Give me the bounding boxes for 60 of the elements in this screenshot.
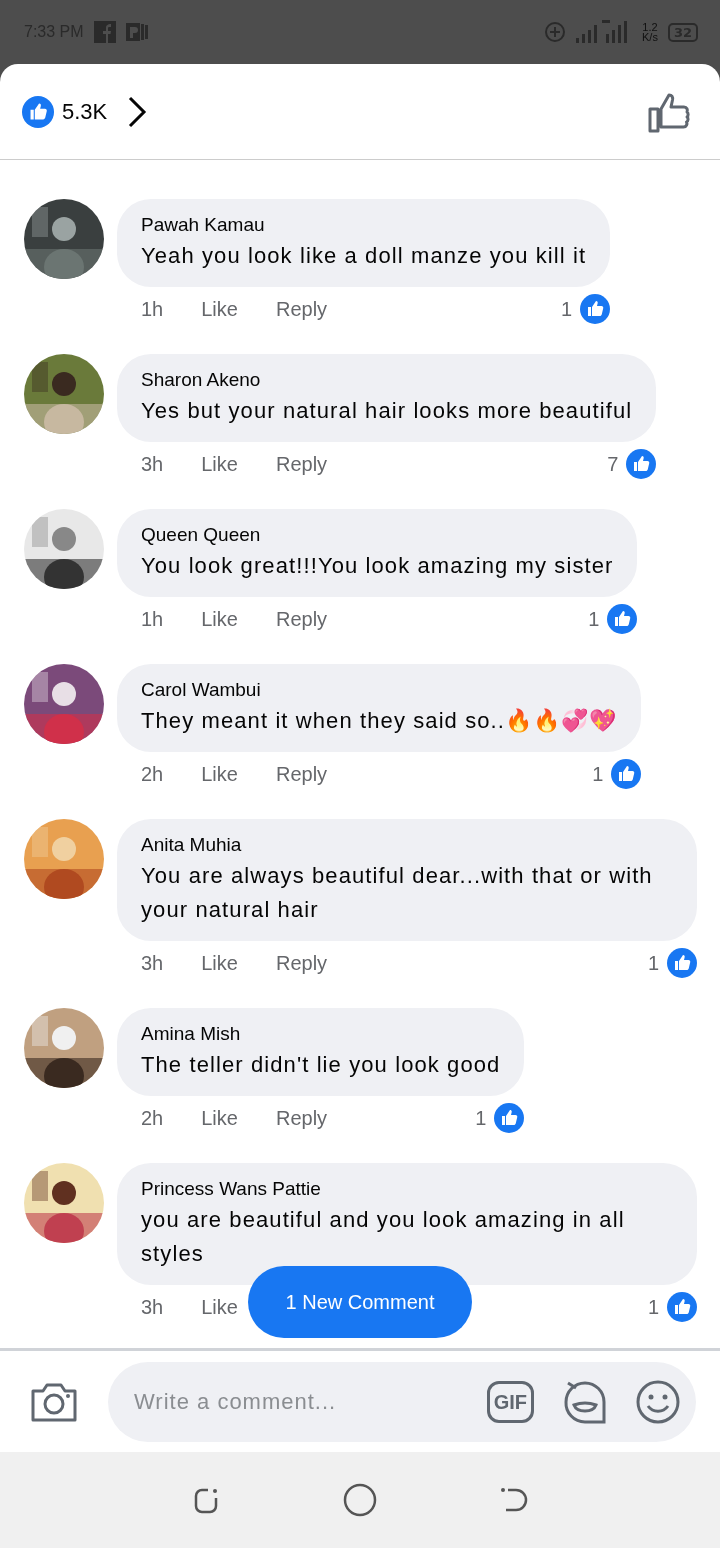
reply-link[interactable]: Reply: [275, 1106, 328, 1130]
comment-time: 3h: [141, 1295, 164, 1319]
like-icon: [494, 1103, 525, 1133]
commenter-name[interactable]: Queen Queen: [141, 521, 614, 549]
reply-link[interactable]: Reply: [275, 951, 328, 975]
like-icon: [626, 449, 657, 479]
like-count: 1: [561, 297, 573, 321]
reply-link[interactable]: Reply: [275, 297, 328, 321]
gif-button[interactable]: GIF: [486, 1380, 534, 1423]
like-count: 7: [607, 452, 619, 476]
comment-time: 3h: [141, 951, 164, 975]
new-comment-button[interactable]: 1 New Comment: [248, 1266, 472, 1338]
like-count: 1: [592, 762, 604, 786]
like-link[interactable]: Like: [201, 452, 238, 476]
commenter-name[interactable]: Pawah Kamau: [141, 211, 587, 239]
like-count: 1: [588, 607, 600, 631]
like-link[interactable]: Like: [201, 607, 238, 631]
like-link[interactable]: Like: [201, 951, 238, 975]
like-link[interactable]: Like: [201, 762, 238, 786]
like-link[interactable]: Like: [201, 297, 238, 321]
commenter-name[interactable]: Princess Wans Pattie: [141, 1175, 673, 1203]
commenter-name[interactable]: Carol Wambui: [141, 676, 618, 704]
like-link[interactable]: Like: [201, 1295, 238, 1319]
like-icon: [580, 294, 611, 324]
reply-link[interactable]: Reply: [275, 762, 328, 786]
like-icon: [611, 759, 642, 789]
comment-time: 1h: [141, 297, 164, 321]
like-icon: [607, 604, 638, 634]
commenter-name[interactable]: Sharon Akeno: [141, 366, 633, 394]
like-icon: [667, 1292, 697, 1322]
comment-text: Yeah you look like a doll manze you kill it: [141, 242, 587, 270]
like-count: 1: [647, 951, 659, 975]
reaction-count[interactable]: 5.3K: [62, 98, 108, 125]
comment-time: 2h: [141, 1106, 164, 1130]
comment-text: Yes but your natural hair looks more beautiful: [141, 397, 633, 425]
like-icon: [667, 948, 697, 978]
comment-time: 2h: [141, 762, 164, 786]
like-count: 1: [647, 1295, 659, 1319]
comment-time: 1h: [141, 607, 164, 631]
emoji-icon[interactable]: [636, 1379, 680, 1424]
like-icon: [22, 95, 54, 128]
comment-time: 3h: [141, 452, 164, 476]
comment-text: The teller didn't lie you look good: [141, 1051, 501, 1079]
app-icon: [125, 21, 150, 43]
like-count: 1: [475, 1106, 487, 1130]
commenter-name[interactable]: Anita Muhia: [141, 831, 673, 859]
comment-text: You look great!!!You look amazing my sister: [141, 552, 614, 580]
commenter-name[interactable]: Amina Mish: [141, 1020, 501, 1048]
network-speed: 1.2: [642, 22, 658, 32]
add-circle-icon: [544, 21, 566, 43]
like-link[interactable]: Like: [201, 1106, 238, 1130]
reply-link[interactable]: Reply: [275, 452, 328, 476]
speed-unit: K/s: [642, 32, 658, 42]
comment-text: you are beautiful and you look amazing in all styles: [141, 1206, 626, 1268]
comment-field[interactable]: Write a comment... GIF: [108, 1361, 696, 1442]
app-icon: [93, 21, 116, 43]
comment-text: You are always beautiful dear...with that or with your natural hair: [141, 862, 654, 924]
comment-text: They meant it when they said so..🔥🔥💞💖: [141, 707, 618, 735]
home-icon[interactable]: [343, 1483, 377, 1517]
reply-link[interactable]: Reply: [275, 607, 328, 631]
